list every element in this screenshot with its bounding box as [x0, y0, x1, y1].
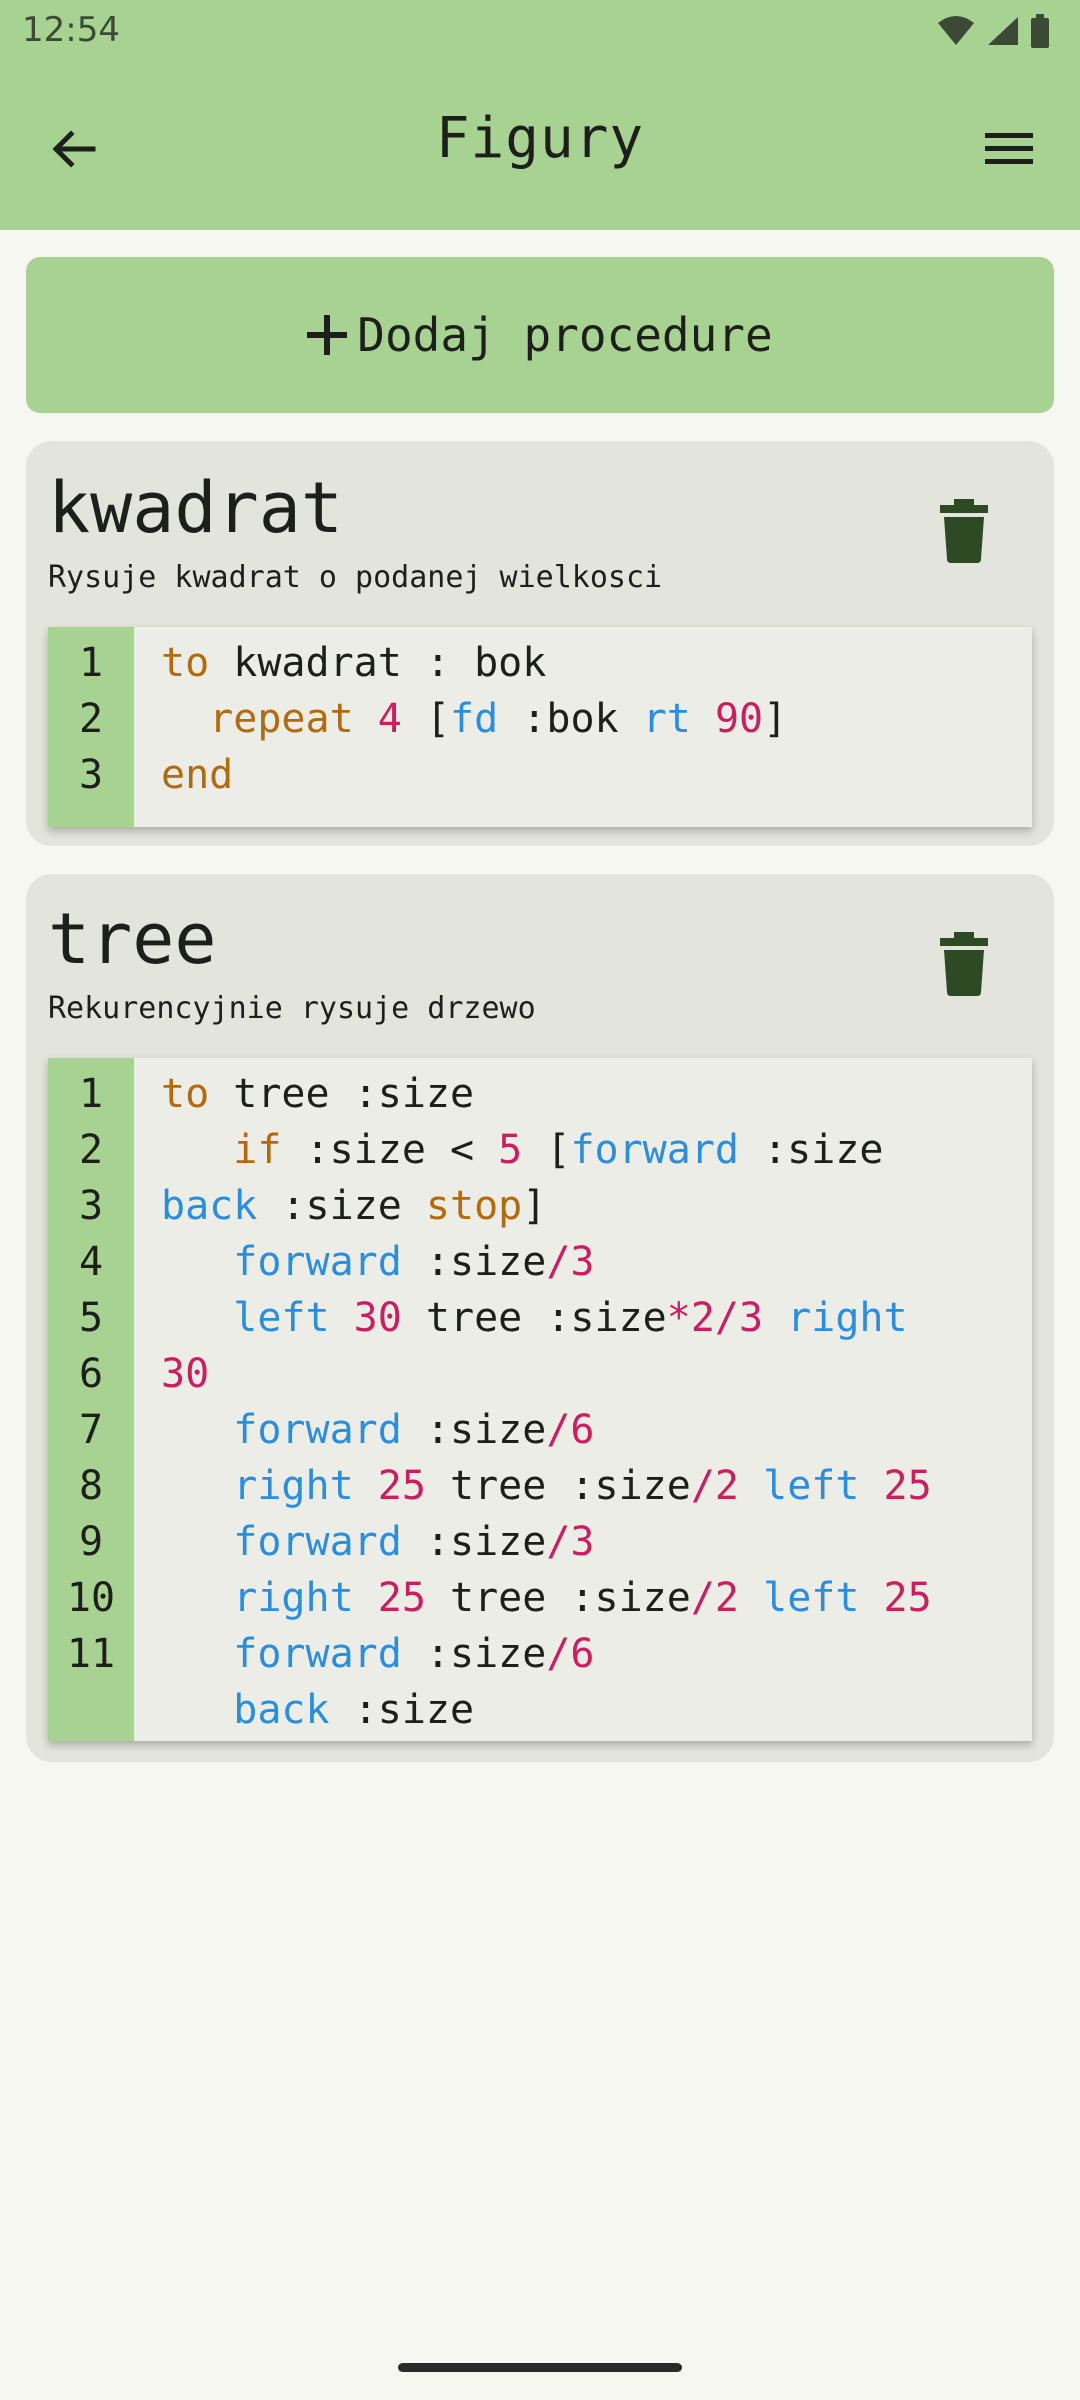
line-number: 5: [78, 1295, 104, 1341]
app-bar: Figury: [0, 62, 1080, 230]
code-line: forward :size/3: [233, 1239, 595, 1285]
procedure-description: Rysuje kwadrat o podanej wielkosci: [48, 560, 663, 595]
menu-button[interactable]: [974, 114, 1044, 184]
line-number: 6: [78, 1351, 104, 1397]
code-line: end: [161, 752, 234, 798]
code-line: back :size: [233, 1687, 475, 1733]
status-time: 12:54: [22, 10, 120, 50]
plus-icon: [307, 315, 348, 355]
procedure-card-kwadrat[interactable]: kwadrat Rysuje kwadrat o podanej wielkos…: [26, 441, 1054, 846]
line-number: 9: [78, 1519, 104, 1565]
procedure-card-tree[interactable]: tree Rekurencyjnie rysuje drzewo 1 2 3 4…: [26, 874, 1054, 1762]
line-number: 8: [78, 1463, 104, 1509]
procedure-title: kwadrat: [48, 467, 344, 549]
line-number: 3: [78, 752, 104, 798]
procedure-description: Rekurencyjnie rysuje drzewo: [48, 991, 536, 1026]
status-icons: [936, 14, 1050, 48]
home-indicator[interactable]: [398, 2363, 682, 2372]
line-number: 4: [78, 1239, 104, 1285]
add-procedure-button[interactable]: Dodaj procedure: [26, 257, 1054, 413]
battery-icon: [1031, 14, 1049, 48]
code-lines: to tree :size if :size < 5 [forward :siz…: [134, 1058, 932, 1741]
wifi-icon: [938, 16, 974, 45]
hamburger-menu-icon: [985, 133, 1033, 164]
code-line: forward :size/6: [233, 1631, 595, 1677]
line-number-gutter: 1 2 3: [48, 627, 134, 827]
add-procedure-label: Dodaj procedure: [357, 308, 773, 362]
code-line: if :size < 5 [forward :size: [233, 1127, 884, 1173]
code-line: 30: [161, 1351, 210, 1397]
code-line: repeat 4 [fd :bok rt 90]: [209, 696, 788, 742]
code-line: left 30 tree :size*2/3 right: [233, 1295, 908, 1341]
line-number: 1: [78, 640, 104, 686]
code-line: forward :size/6: [233, 1407, 595, 1453]
line-number: 1: [78, 1071, 104, 1117]
line-number: 2: [78, 696, 104, 742]
code-line: right 25 tree :size/2 left 25: [233, 1463, 932, 1509]
code-line: forward :size/3: [233, 1519, 595, 1565]
trash-icon: [940, 499, 988, 563]
code-editor[interactable]: 1 2 3 4 5 6 7 8 9 10 11 to tree :size if…: [48, 1058, 1032, 1741]
line-number-gutter: 1 2 3 4 5 6 7 8 9 10 11: [48, 1058, 134, 1741]
delete-button[interactable]: [936, 499, 992, 563]
procedure-title: tree: [48, 898, 217, 980]
cell-signal-icon: [988, 17, 1018, 45]
delete-button[interactable]: [936, 932, 992, 996]
line-number: 3: [78, 1183, 104, 1229]
code-line: back :size stop]: [161, 1183, 547, 1229]
trash-icon: [940, 932, 988, 996]
line-number: 2: [78, 1127, 104, 1173]
status-bar: 12:54: [0, 0, 1080, 62]
code-editor[interactable]: 1 2 3 to kwadrat : bok repeat 4 [fd :bok…: [48, 627, 1032, 827]
line-number: 7: [78, 1407, 104, 1453]
code-line: to kwadrat : bok: [161, 640, 547, 686]
code-line: right 25 tree :size/2 left 25: [233, 1575, 932, 1621]
code-lines: to kwadrat : bok repeat 4 [fd :bok rt 90…: [134, 627, 787, 827]
line-number: 11: [66, 1631, 116, 1677]
line-number: 10: [66, 1575, 116, 1621]
code-line: to tree :size: [161, 1071, 475, 1117]
page-title: Figury: [435, 106, 645, 171]
